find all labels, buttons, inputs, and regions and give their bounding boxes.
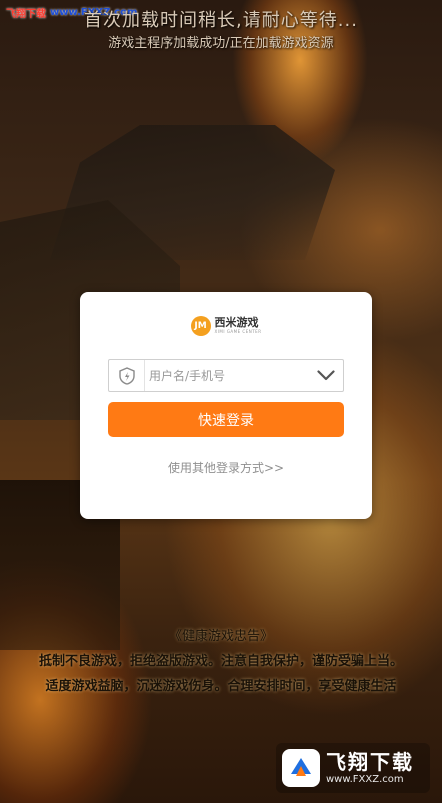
brand-logo-icon: JM	[190, 316, 211, 336]
watermark-site: www.FXXZ.com	[326, 774, 404, 785]
advisory-title: 《健康游戏忠告》	[168, 629, 273, 644]
watermark-logo-icon	[282, 749, 320, 787]
brand-text: 西米游戏 XIMI GAME CENTER	[215, 317, 262, 335]
advisory-line-1: 抵制不良游戏，拒绝盗版游戏。注意自我保护，谨防受骗上当。	[38, 654, 403, 669]
brand-name: 西米游戏	[214, 316, 259, 329]
quick-login-button[interactable]: 快速登录	[108, 402, 344, 437]
chevron-down-icon[interactable]	[309, 360, 343, 391]
other-login-link[interactable]: 使用其他登录方式>>	[80, 459, 372, 476]
loading-title: 首次加载时间稍长,请耐心等待...	[84, 10, 358, 31]
login-card: JM 西米游戏 XIMI GAME CENTER 快速登录 使用其他登录方式>>	[80, 292, 372, 519]
watermark-bottom: 飞翔下载 www.FXXZ.com	[276, 743, 430, 793]
advisory-line-2: 适度游戏益脑，沉迷游戏伤身。合理安排时间，享受健康生活	[45, 679, 397, 694]
watermark-text: 飞翔下载 www.FXXZ.com	[326, 750, 414, 786]
username-input[interactable]	[145, 360, 309, 391]
watermark-brand: 飞翔下载	[326, 750, 414, 774]
brand-tagline: XIMI GAME CENTER	[214, 329, 262, 334]
shield-icon	[109, 360, 145, 391]
username-field[interactable]	[108, 359, 344, 392]
loading-subtitle: 游戏主程序加载成功/正在加载游戏资源	[108, 36, 334, 51]
brand-logo: JM 西米游戏 XIMI GAME CENTER	[80, 316, 372, 336]
